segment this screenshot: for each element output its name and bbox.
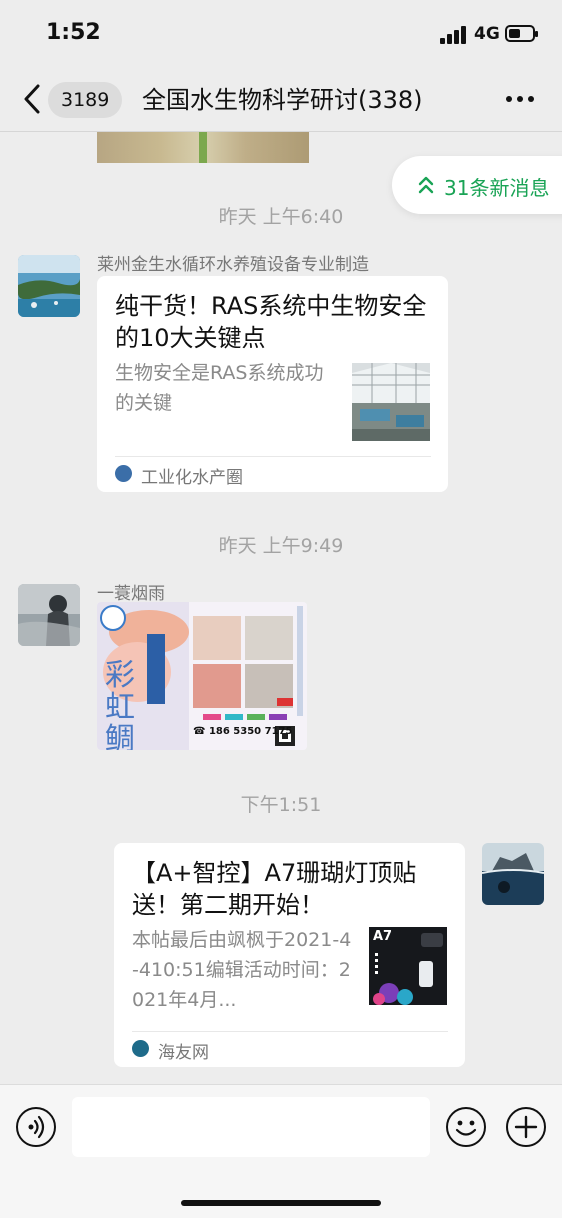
- status-bar: 1:52 4G: [0, 0, 562, 70]
- card-title: 纯干货！RAS系统中生物安全的10大关键点: [115, 292, 427, 352]
- card-title: 【A+智控】A7珊瑚灯顶贴送！第二期开始！: [132, 859, 417, 919]
- chat-title: 全国水生物科学研讨(338): [142, 86, 423, 114]
- cellular-signal-icon: [440, 26, 468, 44]
- card-description: 生物安全是RAS系统成功的关键: [115, 362, 324, 414]
- plus-icon: [514, 1115, 538, 1139]
- link-card[interactable]: 【A+智控】A7珊瑚灯顶贴送！第二期开始！ 本帖最后由飒枫于2021-4-410…: [114, 843, 465, 1067]
- image-message[interactable]: [97, 132, 309, 163]
- smiley-icon: [455, 1120, 477, 1136]
- source-logo-icon: [115, 465, 132, 482]
- more-options-button[interactable]: [502, 94, 538, 104]
- link-card[interactable]: 纯干货！RAS系统中生物安全的10大关键点 生物安全是RAS系统成功的关键 工业…: [97, 276, 448, 492]
- voice-icon: [28, 1115, 45, 1139]
- double-chevron-up-icon: [418, 176, 434, 194]
- network-type: 4G: [474, 24, 500, 44]
- voice-input-button[interactable]: [16, 1107, 56, 1147]
- message-input[interactable]: [72, 1097, 430, 1157]
- card-source: 海友网: [158, 1043, 209, 1063]
- card-thumbnail: [352, 363, 430, 441]
- poster-phone: ☎ 186 5350 7175: [193, 726, 293, 737]
- card-source: 工业化水产圈: [141, 468, 243, 488]
- timestamp: 昨天 上午9:49: [218, 535, 344, 557]
- status-time: 1:52: [46, 20, 101, 45]
- back-button[interactable]: [18, 82, 48, 116]
- message-list[interactable]: 31条新消息 昨天 上午6:40 莱州金生水循环水养殖设备专业制造 纯干货！RA…: [0, 132, 562, 1084]
- unread-count-badge[interactable]: 3189: [48, 82, 123, 118]
- input-bar: [0, 1084, 562, 1218]
- avatar[interactable]: [18, 584, 80, 646]
- chevron-left-icon: [24, 84, 40, 114]
- avatar[interactable]: [18, 255, 80, 317]
- image-message[interactable]: 彩虹鲷 ☎ 186 5350 7175: [97, 602, 307, 750]
- source-logo-icon: [132, 1040, 149, 1057]
- card-thumbnail: A7: [369, 927, 447, 1005]
- new-messages-label: 31条新消息: [444, 176, 550, 200]
- more-functions-button[interactable]: [506, 1107, 546, 1147]
- chat-header: 3189 全国水生物科学研讨(338): [0, 70, 562, 132]
- sender-name: 一蓑烟雨: [97, 584, 165, 604]
- card-divider: [132, 1031, 448, 1032]
- poster-title: 彩虹鲷: [105, 658, 135, 751]
- card-description: 本帖最后由飒枫于2021-4-410:51编辑活动时间：2021年4月...: [132, 929, 352, 1011]
- home-indicator[interactable]: [181, 1200, 381, 1206]
- timestamp: 昨天 上午6:40: [218, 206, 344, 228]
- card-divider: [115, 456, 431, 457]
- emoji-button[interactable]: [446, 1107, 486, 1147]
- timestamp: 下午1:51: [240, 794, 322, 816]
- battery-icon: [505, 25, 538, 42]
- sender-name: 莱州金生水循环水养殖设备专业制造: [97, 255, 369, 275]
- avatar[interactable]: [482, 843, 544, 905]
